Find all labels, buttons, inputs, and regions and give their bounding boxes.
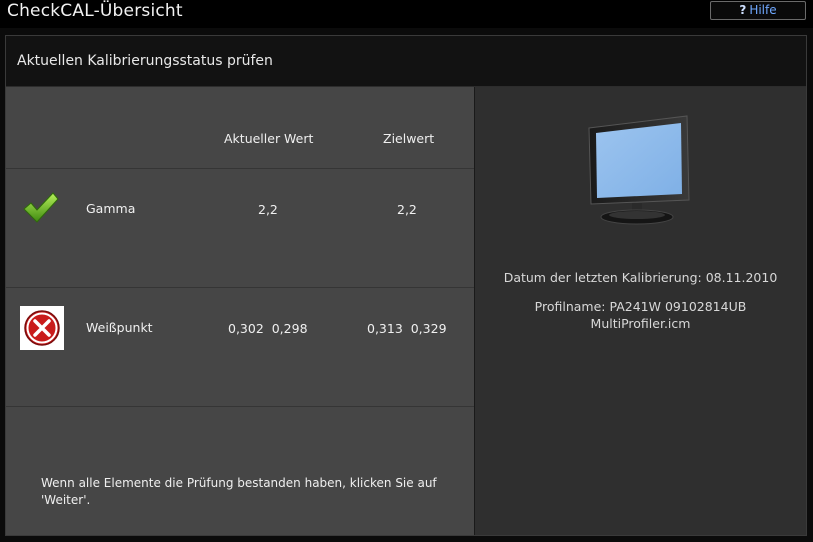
help-label: Hilfe	[749, 3, 777, 17]
calibration-info-panel: Datum der letzten Kalibrierung: 08.11.20…	[475, 87, 806, 535]
main-panel: Aktuellen Kalibrierungsstatus prüfen Akt…	[5, 35, 807, 536]
target-value-gamma: 2,2	[397, 202, 417, 217]
checkmark-icon	[22, 191, 60, 229]
profile-file: MultiProfiler.icm	[590, 316, 691, 331]
help-button[interactable]: ? Hilfe	[710, 1, 806, 20]
error-x-icon	[20, 306, 64, 354]
section-title: Aktuellen Kalibrierungsstatus prüfen	[17, 53, 273, 69]
column-header-target: Zielwert	[383, 131, 435, 146]
current-value-gamma: 2,2	[258, 202, 278, 217]
section-header: Aktuellen Kalibrierungsstatus prüfen	[6, 36, 806, 87]
help-icon: ?	[739, 3, 747, 17]
row-label-whitepoint: Weißpunkt	[86, 320, 153, 335]
profile-name: Profilname: PA241W 09102814UB	[534, 299, 747, 314]
title-bar: CheckCAL-Übersicht ? Hilfe	[0, 0, 813, 28]
row-label-gamma: Gamma	[86, 201, 136, 216]
divider	[6, 406, 474, 407]
window-title: CheckCAL-Übersicht	[7, 1, 183, 21]
target-value-whitepoint: 0,313 0,329	[367, 321, 447, 336]
status-table: Aktueller Wert Zielwert Gamma 2,2 2,2 We…	[6, 87, 474, 535]
monitor-icon	[585, 114, 691, 230]
current-value-whitepoint: 0,302 0,298	[228, 321, 308, 336]
last-calibration-date: Datum der letzten Kalibrierung: 08.11.20…	[503, 270, 778, 285]
divider	[6, 287, 474, 288]
instruction-text: Wenn alle Elemente die Prüfung bestanden…	[41, 476, 437, 507]
divider	[6, 168, 474, 169]
column-header-current: Aktueller Wert	[224, 131, 314, 146]
